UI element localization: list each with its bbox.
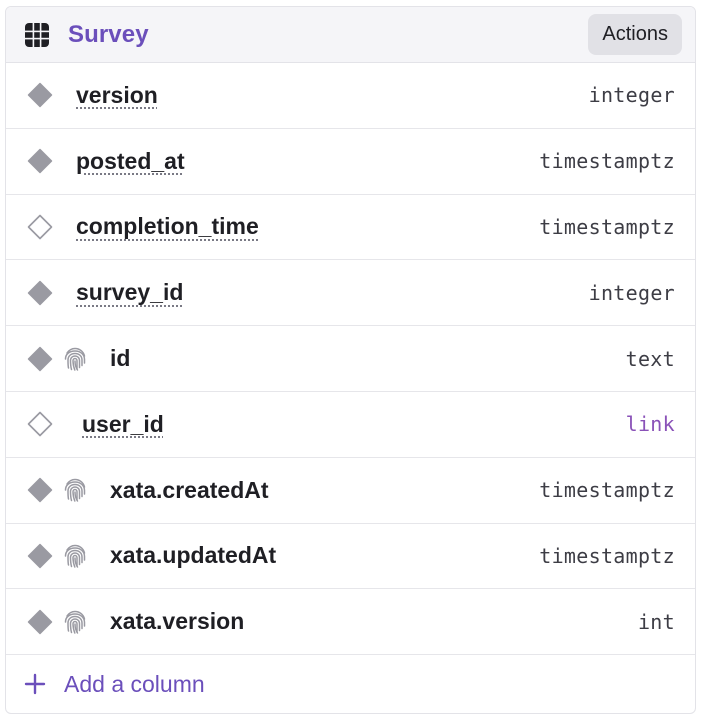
column-list: version integer posted_at timestamptz comple… xyxy=(6,63,695,656)
column-name-wrap: version xyxy=(76,82,158,109)
required-diamond-icon xyxy=(27,477,53,503)
column-type: int xyxy=(637,609,675,634)
required-diamond-icon xyxy=(27,148,53,174)
column-name-wrap: xata.version xyxy=(110,608,244,635)
required-diamond-icon xyxy=(27,346,53,371)
column-row[interactable]: id text xyxy=(6,326,695,392)
column-name[interactable]: user_id xyxy=(82,411,164,437)
column-name-wrap: completion_time xyxy=(76,213,259,240)
required-diamond-icon xyxy=(27,609,53,635)
optional-diamond-icon xyxy=(27,412,53,437)
column-type: integer xyxy=(588,280,675,305)
column-type: text xyxy=(625,346,675,371)
column-name[interactable]: xata.version xyxy=(110,608,244,634)
fingerprint-icon xyxy=(64,610,86,634)
plus-icon xyxy=(24,673,46,695)
column-name-wrap: id xyxy=(110,345,130,372)
required-diamond-icon xyxy=(27,280,53,306)
optional-diamond-icon xyxy=(27,214,53,240)
column-name-wrap: xata.createdAt xyxy=(110,477,269,504)
column-row[interactable]: version integer xyxy=(6,63,695,129)
column-name-wrap: survey_id xyxy=(76,279,183,306)
column-name-wrap: user_id xyxy=(82,411,164,438)
column-name[interactable]: version xyxy=(76,82,158,108)
column-type: timestamptz xyxy=(539,478,675,503)
column-type: timestamptz xyxy=(539,543,675,568)
add-column-button[interactable]: Add a column xyxy=(6,655,695,713)
column-name[interactable]: posted_at xyxy=(76,148,185,174)
required-diamond-icon xyxy=(27,543,53,569)
column-row[interactable]: xata.version int xyxy=(6,589,695,656)
table-title[interactable]: Survey xyxy=(68,21,149,49)
column-name[interactable]: id xyxy=(110,345,130,371)
column-type: integer xyxy=(588,83,675,108)
column-name[interactable]: completion_time xyxy=(76,213,259,239)
column-name-wrap: xata.updatedAt xyxy=(110,542,276,569)
column-name[interactable]: xata.createdAt xyxy=(110,477,269,503)
table-header: Survey Actions xyxy=(6,7,695,63)
actions-button[interactable]: Actions xyxy=(588,14,682,55)
column-type: timestamptz xyxy=(539,149,675,174)
add-column-label: Add a column xyxy=(64,670,205,697)
required-diamond-icon xyxy=(27,83,53,108)
column-row[interactable]: posted_at timestamptz xyxy=(6,129,695,195)
column-type: link xyxy=(625,412,675,437)
table-grid-icon xyxy=(25,22,49,47)
fingerprint-icon xyxy=(64,478,86,502)
column-row[interactable]: xata.createdAt timestamptz xyxy=(6,458,695,524)
fingerprint-icon xyxy=(64,347,86,371)
column-name-wrap: posted_at xyxy=(76,148,185,175)
column-row[interactable]: survey_id integer xyxy=(6,260,695,327)
table-schema-card: Survey Actions version integer posted_at ti… xyxy=(5,6,696,714)
column-name[interactable]: survey_id xyxy=(76,279,183,305)
column-type: timestamptz xyxy=(539,214,675,239)
column-row[interactable]: completion_time timestamptz xyxy=(6,195,695,261)
column-row[interactable]: xata.updatedAt timestamptz xyxy=(6,524,695,590)
fingerprint-icon xyxy=(64,544,86,568)
column-row[interactable]: user_id link xyxy=(6,392,695,458)
column-name[interactable]: xata.updatedAt xyxy=(110,542,276,568)
